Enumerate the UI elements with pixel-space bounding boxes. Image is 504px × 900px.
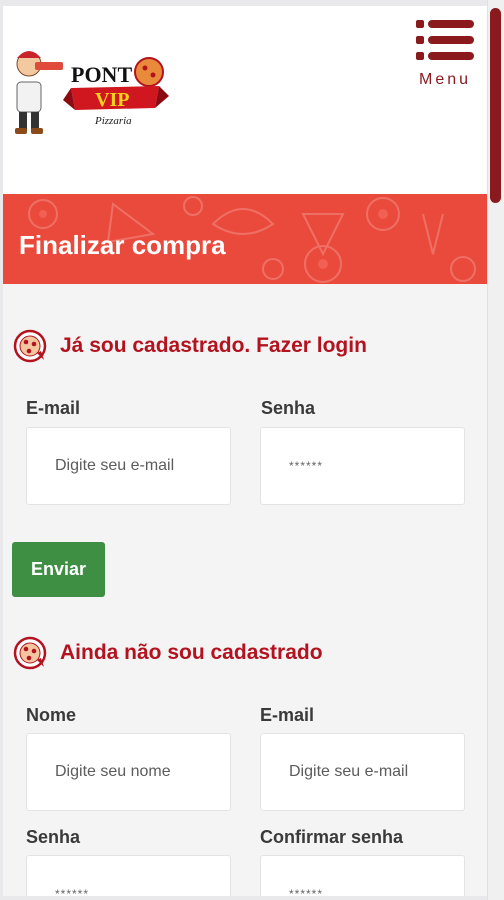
register-email-label: E-mail [260,705,315,725]
pizza-icon [13,636,47,670]
pizza-icon [13,329,47,363]
hamburger-icon [416,20,474,60]
menu-label: Menu [418,71,472,88]
login-email-input[interactable] [26,427,231,505]
register-name-label: Nome [26,705,77,725]
register-name-input[interactable] [26,733,231,811]
login-section-title: Já sou cadastrado. Fazer login [60,334,367,357]
register-email-input[interactable] [260,733,465,811]
logo-word-pont: PONT [71,62,132,87]
menu-button[interactable]: Menu [413,20,477,90]
mascot-logo-icon: PONT VIP Pizzaria [15,51,169,134]
register-confirm-label: Confirmar senha [260,827,404,847]
login-password-label: Senha [261,398,316,418]
scrollbar[interactable] [487,0,504,900]
register-confirm-input[interactable] [260,855,465,896]
logo-word-vip: VIP [95,89,129,111]
login-section-header: Já sou cadastrado. Fazer login [13,329,367,363]
logo-sub: Pizzaria [94,115,132,127]
page-frame: PONT VIP Pizzaria Menu Finalizar compra … [3,6,487,896]
login-submit-button[interactable]: Enviar [12,542,105,597]
site-header: PONT VIP Pizzaria Menu [3,6,487,194]
scrollbar-thumb[interactable] [490,8,501,203]
login-email-label: E-mail [26,398,81,418]
pizzaria-logo[interactable]: PONT VIP Pizzaria [9,42,169,137]
register-section-title: Ainda não sou cadastrado [60,641,323,664]
login-password-input[interactable] [260,427,465,505]
page-banner: Finalizar compra [3,194,487,284]
page-title: Finalizar compra [19,230,226,260]
register-password-input[interactable] [26,855,231,896]
register-section-header: Ainda não sou cadastrado [13,636,323,670]
register-password-label: Senha [26,827,81,847]
